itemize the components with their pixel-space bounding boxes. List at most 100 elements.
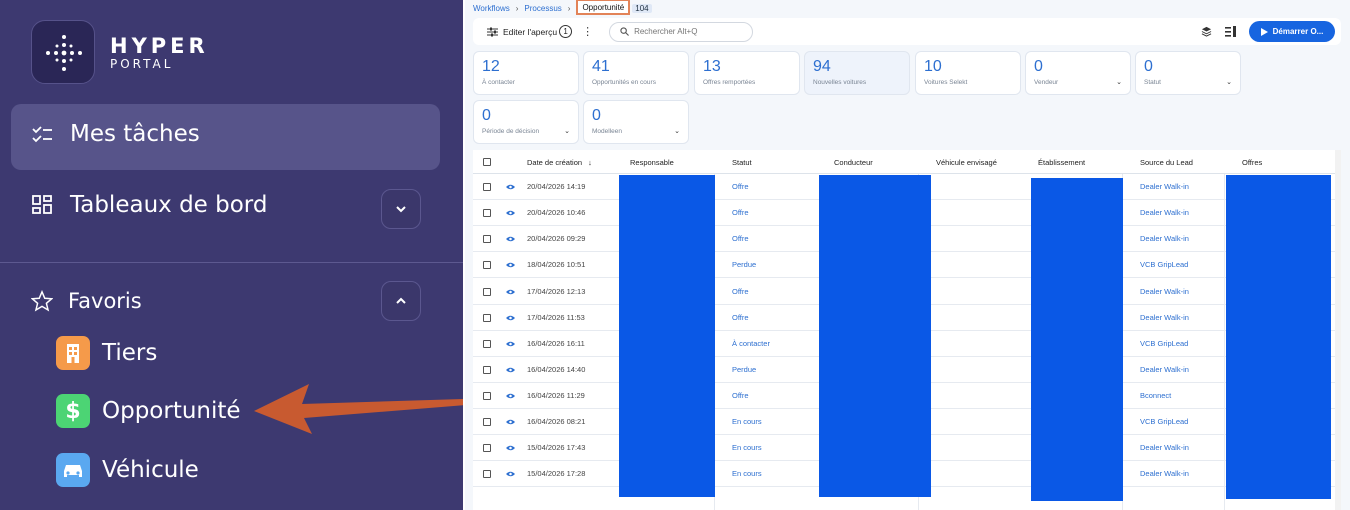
cell-lead-source[interactable]: Dealer Walk-in <box>1140 443 1189 452</box>
eye-icon[interactable] <box>506 289 515 295</box>
search-input[interactable] <box>634 27 745 36</box>
cell-status[interactable]: En cours <box>732 469 762 478</box>
nav-item-mes-taches[interactable]: Mes tâches <box>31 121 200 147</box>
kpi-a-contacter[interactable]: 12 À contacter <box>473 51 579 95</box>
eye-icon[interactable] <box>506 471 515 477</box>
breadcrumb-item-workflows[interactable]: Workflows <box>473 4 510 13</box>
kpi-opportunites-en-cours[interactable]: 41 Opportunités en cours <box>583 51 689 95</box>
eye-icon[interactable] <box>506 262 515 268</box>
row-checkbox[interactable] <box>483 470 491 478</box>
nav-item-tableaux-de-bord[interactable]: Tableaux de bord <box>31 192 267 218</box>
cell-status[interactable]: À contacter <box>732 339 770 348</box>
eye-icon[interactable] <box>506 445 515 451</box>
eye-icon[interactable] <box>506 367 515 373</box>
breadcrumb-item-processus[interactable]: Processus <box>524 4 561 13</box>
eye-icon[interactable] <box>506 341 515 347</box>
eye-icon[interactable] <box>506 315 515 321</box>
search-box[interactable] <box>609 21 754 42</box>
kpi-filter-periode-decision[interactable]: 0 Période de décision ⌄ <box>473 100 579 144</box>
row-checkbox[interactable] <box>483 287 491 296</box>
start-process-button[interactable]: Démarrer O... <box>1249 21 1335 42</box>
row-checkbox[interactable] <box>483 209 491 217</box>
cell-lead-source[interactable]: VCB GripLead <box>1140 417 1188 426</box>
eye-icon[interactable] <box>506 210 515 216</box>
expand-dashboards-button[interactable] <box>381 189 421 229</box>
table-header: Date de création ↓ Responsable Statut Co… <box>473 150 1341 174</box>
collapse-favorites-button[interactable] <box>381 281 421 321</box>
eye-icon[interactable] <box>506 393 515 399</box>
cell-lead-source[interactable]: Bconnect <box>1140 391 1171 400</box>
logo-mark-icon <box>46 35 82 71</box>
favorite-item-tiers[interactable]: Tiers <box>56 336 157 370</box>
app-logo[interactable] <box>31 20 95 84</box>
favorite-item-opportunite[interactable]: $ Opportunité <box>56 394 241 428</box>
kpi-voitures-selekt[interactable]: 10 Voitures Selekt <box>915 51 1021 95</box>
redacted-conducteur-column <box>819 175 931 497</box>
row-checkbox[interactable] <box>483 340 491 348</box>
eye-icon[interactable] <box>506 419 515 425</box>
column-settings-icon[interactable] <box>1225 26 1237 37</box>
annotation-arrow-icon <box>254 384 463 434</box>
row-checkbox[interactable] <box>483 314 491 322</box>
row-checkbox[interactable] <box>483 183 491 191</box>
column-header-etablissement[interactable]: Établissement <box>1038 158 1085 167</box>
start-process-label: Démarrer O... <box>1272 27 1324 36</box>
cell-lead-source[interactable]: Dealer Walk-in <box>1140 287 1189 296</box>
cell-status[interactable]: Offre <box>732 234 749 243</box>
layers-icon[interactable] <box>1201 26 1212 37</box>
cell-date: 16/04/2026 14:40 <box>527 365 586 374</box>
row-checkbox[interactable] <box>483 366 491 374</box>
column-header-source[interactable]: Source du Lead <box>1140 158 1193 167</box>
kpi-nouvelles-voitures[interactable]: 94 Nouvelles voitures <box>804 51 910 95</box>
favorite-item-vehicule[interactable]: Véhicule <box>56 453 199 487</box>
favorites-header[interactable]: Favoris <box>31 289 142 313</box>
kpi-filter-vendeur[interactable]: 0 Vendeur ⌄ <box>1025 51 1131 95</box>
eye-icon[interactable] <box>506 184 515 190</box>
building-icon <box>56 336 90 370</box>
checklist-icon <box>32 126 52 143</box>
row-checkbox[interactable] <box>483 392 491 400</box>
cell-status[interactable]: Offre <box>732 391 749 400</box>
column-header-date[interactable]: Date de création ↓ <box>527 158 592 167</box>
column-header-vehicule[interactable]: Véhicule envisagé <box>936 158 997 167</box>
table-scrollbar[interactable] <box>1335 150 1341 510</box>
kpi-offres-remportees[interactable]: 13 Offres remportées <box>694 51 800 95</box>
cell-status[interactable]: Perdue <box>732 365 756 374</box>
kpi-value: 0 <box>482 107 491 124</box>
column-header-offres[interactable]: Offres <box>1242 158 1262 167</box>
more-options-icon[interactable]: ⋮ <box>582 25 593 38</box>
edit-view-button[interactable]: Editer l'aperçu 1 <box>487 25 573 38</box>
kpi-label: Période de décision <box>482 128 540 135</box>
cell-status[interactable]: En cours <box>732 417 762 426</box>
row-checkbox[interactable] <box>483 261 491 269</box>
cell-status[interactable]: Perdue <box>732 260 756 269</box>
cell-status[interactable]: Offre <box>732 208 749 217</box>
cell-lead-source[interactable]: Dealer Walk-in <box>1140 365 1189 374</box>
edit-view-badge: 1 <box>559 25 573 38</box>
row-checkbox[interactable] <box>483 418 491 426</box>
row-checkbox[interactable] <box>483 235 491 243</box>
column-header-statut[interactable]: Statut <box>732 158 752 167</box>
cell-status[interactable]: Offre <box>732 287 749 296</box>
row-checkbox[interactable] <box>483 444 491 452</box>
cell-status[interactable]: Offre <box>732 313 749 322</box>
cell-status[interactable]: Offre <box>732 182 749 191</box>
cell-lead-source[interactable]: VCB GripLead <box>1140 339 1188 348</box>
kpi-label: Voitures Selekt <box>924 79 968 86</box>
cell-date: 18/04/2026 10:51 <box>527 260 586 269</box>
column-header-conducteur[interactable]: Conducteur <box>834 158 873 167</box>
cell-lead-source[interactable]: Dealer Walk-in <box>1140 208 1189 217</box>
cell-lead-source[interactable]: VCB GripLead <box>1140 260 1188 269</box>
cell-lead-source[interactable]: Dealer Walk-in <box>1140 469 1189 478</box>
cell-status[interactable]: En cours <box>732 443 762 452</box>
cell-lead-source[interactable]: Dealer Walk-in <box>1140 182 1189 191</box>
eye-icon[interactable] <box>506 236 515 242</box>
cell-lead-source[interactable]: Dealer Walk-in <box>1140 313 1189 322</box>
kpi-filter-statut[interactable]: 0 Statut ⌄ <box>1135 51 1241 95</box>
column-header-responsable[interactable]: Responsable <box>630 158 674 167</box>
kpi-filter-modelleen[interactable]: 0 Modelleen ⌄ <box>583 100 689 144</box>
select-all-checkbox[interactable] <box>483 158 491 166</box>
cell-lead-source[interactable]: Dealer Walk-in <box>1140 234 1189 243</box>
kpi-label: Nouvelles voitures <box>813 79 867 86</box>
breadcrumb-separator-icon: › <box>567 3 571 13</box>
